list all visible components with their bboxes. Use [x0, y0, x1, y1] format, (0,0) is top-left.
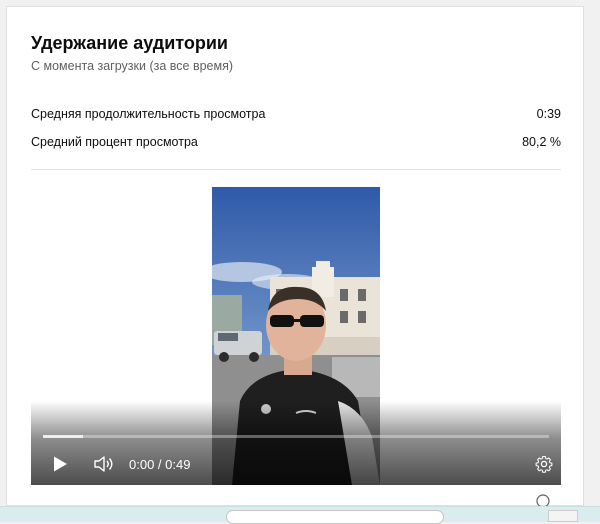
metric-label: Средняя продолжительность просмотра — [31, 107, 266, 121]
video-player[interactable]: 0:00 / 0:49 — [31, 187, 561, 485]
metric-value: 0:39 — [536, 107, 561, 121]
metric-value: 80,2 % — [522, 135, 561, 149]
taskbar — [0, 506, 600, 524]
progress-buffered — [43, 435, 84, 438]
audience-retention-card: Удержание аудитории С момента загрузки (… — [6, 6, 584, 506]
metric-row-avg-view-duration: Средняя продолжительность просмотра 0:39 — [31, 107, 561, 121]
card-title: Удержание аудитории — [31, 33, 228, 53]
volume-button[interactable] — [93, 455, 115, 473]
settings-button[interactable] — [535, 455, 553, 473]
gear-icon — [535, 455, 553, 473]
play-icon — [54, 456, 67, 472]
volume-icon — [94, 456, 113, 472]
time-display: 0:00 / 0:49 — [129, 457, 191, 472]
divider — [31, 169, 561, 170]
taskbar-button[interactable] — [548, 510, 578, 522]
metric-label: Средний процент просмотра — [31, 135, 198, 149]
progress-bar[interactable] — [43, 435, 549, 438]
card-subtitle: С момента загрузки (за все время) — [31, 59, 234, 73]
metric-row-avg-percent-viewed: Средний процент просмотра 80,2 % — [31, 135, 561, 149]
play-button[interactable] — [51, 455, 69, 473]
